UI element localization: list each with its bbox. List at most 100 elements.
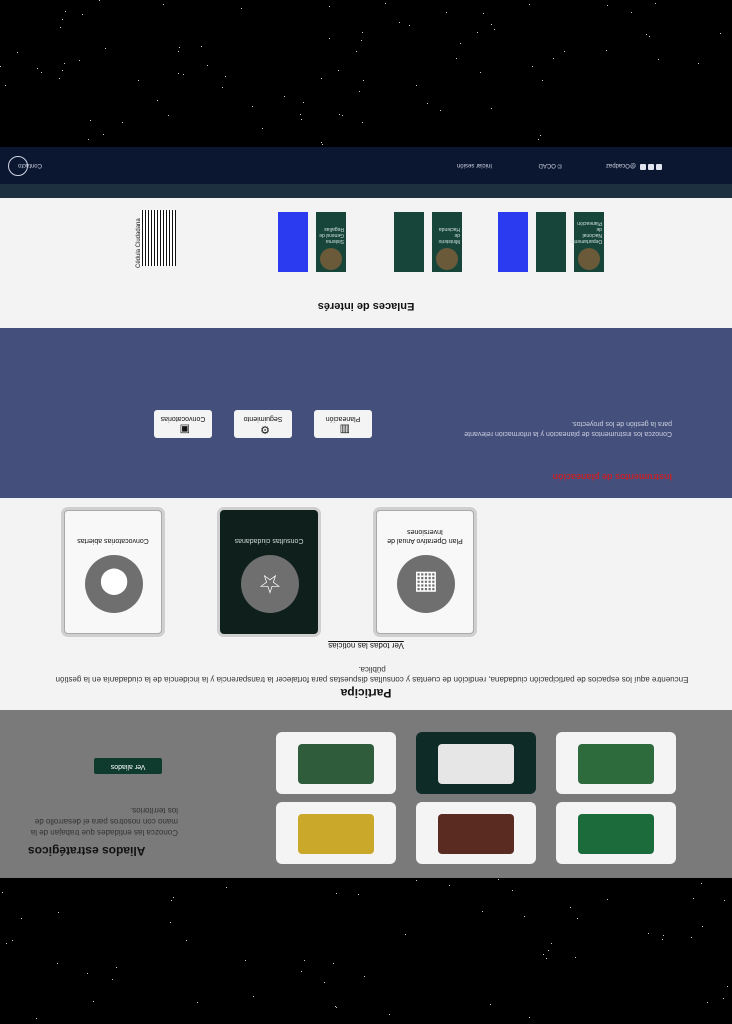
star-dot (178, 73, 179, 74)
star-dot (41, 72, 42, 73)
star-dot (405, 934, 406, 935)
star-dot (631, 12, 632, 13)
instrumentos-description: Conozca los instrumentos de planeación y… (464, 420, 672, 437)
star-dot (663, 935, 664, 936)
star-dot (358, 894, 359, 895)
star-dot (201, 46, 202, 47)
facebook-icon[interactable] (656, 164, 662, 170)
star-dot (483, 13, 484, 14)
gear-icon: ⚙ (260, 423, 270, 435)
star-dot (361, 40, 362, 41)
ally-logo-card[interactable] (276, 732, 396, 794)
enlace-card-text: Departamento Nacional de Planeación (570, 220, 602, 244)
star-dot (338, 70, 339, 71)
star-dot (724, 900, 725, 901)
star-dot (727, 986, 728, 987)
enlace-card[interactable]: Ministerio de Hacienda (432, 212, 462, 272)
instrumentos-pill[interactable]: ▥ Planeación (314, 410, 372, 438)
participa-card-label: Consultas ciudadanas (234, 537, 304, 544)
star-dot (90, 120, 91, 121)
ally-logo-card[interactable] (556, 732, 676, 794)
aliados-button[interactable]: Ver aliados (94, 758, 162, 774)
star-dot (649, 36, 650, 37)
instrumentos-section: Instrumentos de planeación Conozca los i… (0, 328, 732, 498)
instrumentos-pill[interactable]: ▣ Convocatorias (154, 410, 212, 438)
star-dot (284, 96, 285, 97)
location-pin-icon: ⬤ (85, 555, 143, 613)
star-dot (564, 51, 565, 52)
star-dot (138, 80, 139, 81)
star-dot (93, 1001, 94, 1002)
instrumentos-pill[interactable]: ⚙ Seguimiento (234, 410, 292, 438)
star-dot (446, 12, 447, 13)
star-dot (356, 51, 357, 52)
footer-social-handle[interactable]: @Ocadpaz (606, 162, 636, 168)
enlace-card[interactable] (394, 212, 424, 272)
star-dot (416, 85, 417, 86)
participa-card[interactable]: ⬤ Convocatorias abiertas (64, 510, 162, 634)
star-dot (698, 63, 699, 64)
star-dot (321, 142, 322, 143)
ally-logo-card[interactable] (416, 802, 536, 864)
star-dot (662, 939, 663, 940)
star-dot (542, 80, 543, 81)
star-dot (491, 24, 492, 25)
star-dot (693, 898, 694, 899)
star-dot (524, 916, 525, 917)
participa-description: Encuentre aquí los espacios de participa… (55, 665, 689, 684)
participa-title: Participa (340, 686, 392, 700)
star-dot (399, 22, 400, 23)
star-dot (178, 51, 179, 52)
enlace-card[interactable] (278, 212, 308, 272)
ally-logo-card[interactable] (416, 732, 536, 794)
ally-logo-card[interactable] (556, 802, 676, 864)
star-dot (171, 900, 172, 901)
star-dot (253, 996, 254, 997)
ally-logo-icon (298, 744, 374, 784)
enlace-card-text: Ministerio de Hacienda (438, 226, 460, 244)
star-dot (577, 918, 578, 919)
enlace-card[interactable]: Departamento Nacional de Planeación (570, 212, 604, 272)
ally-logo-card[interactable] (276, 802, 396, 864)
footer-login-link[interactable]: Iniciar sesión (457, 162, 492, 168)
participa-card[interactable]: ☆ Consultas ciudadanas (220, 510, 318, 634)
star-dot (105, 48, 106, 49)
star-dot (553, 58, 554, 59)
star-dot (720, 33, 721, 34)
seal-icon (436, 248, 458, 270)
star-dot (385, 3, 386, 4)
ally-logo-icon (438, 814, 514, 854)
star-dot (60, 27, 61, 28)
ally-logo-icon (578, 744, 654, 784)
star-dot (5, 85, 6, 86)
star-dot (427, 103, 428, 104)
participa-card[interactable]: ▦ Plan Operativo Anual de Inversiones (376, 510, 474, 634)
star-dot (324, 982, 325, 983)
star-dot (498, 879, 499, 880)
enlace-card[interactable] (498, 212, 528, 272)
star-dot (116, 967, 117, 968)
star-dot (329, 6, 330, 7)
star-dot (701, 883, 702, 884)
star-dot (173, 897, 174, 898)
star-dot (490, 1004, 491, 1005)
participa-view-all-link[interactable]: Ver todas las noticias (0, 641, 732, 650)
participa-section: Participa Encuentre aquí los espacios de… (0, 498, 732, 710)
star-dot (37, 68, 38, 69)
enlace-card[interactable] (536, 212, 566, 272)
star-dot (333, 963, 334, 964)
star-dot (82, 14, 83, 15)
participa-card-label: Plan Operativo Anual de Inversiones (387, 528, 463, 544)
youtube-icon[interactable] (640, 164, 646, 170)
enlace-card[interactable]: Sistema General de Regalías (316, 212, 346, 272)
star-dot (480, 72, 481, 73)
star-dot (36, 1018, 37, 1019)
star-dot (607, 899, 608, 900)
star-dot (477, 32, 478, 33)
building-icon: ▥ (339, 423, 350, 435)
star-dot (543, 954, 544, 955)
star-dot (364, 976, 365, 977)
star-dot (301, 971, 302, 972)
twitter-icon[interactable] (648, 164, 654, 170)
star-dot (252, 106, 253, 107)
